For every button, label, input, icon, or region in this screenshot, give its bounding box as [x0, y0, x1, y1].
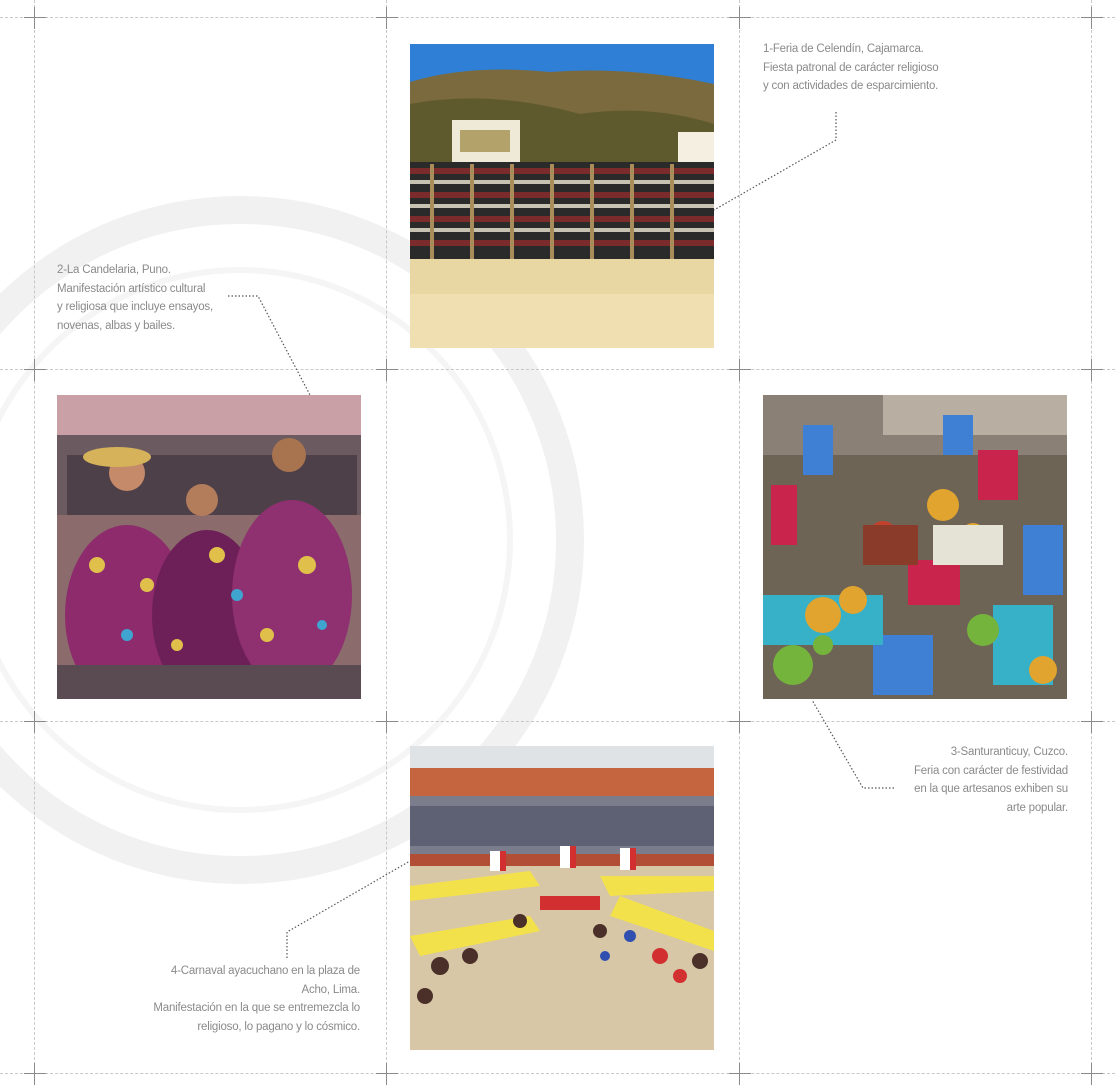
grid-line	[0, 369, 1115, 370]
caption-line: novenas, albas y bailes.	[57, 319, 175, 332]
leader-line-4	[286, 860, 411, 958]
grid-line	[1091, 0, 1092, 1080]
grid-line	[34, 0, 35, 1080]
crop-mark	[376, 1063, 398, 1085]
caption-la-candelaria: 2-La Candelaria, Puno. Manifestación art…	[57, 261, 213, 335]
crop-mark	[24, 1063, 46, 1085]
crop-mark	[729, 711, 751, 733]
caption-line: Feria con carácter de festividad	[913, 764, 1068, 777]
grid-line	[0, 1073, 1115, 1074]
grid-line	[0, 721, 1115, 722]
photo-feria-celendin	[410, 44, 714, 348]
caption-line: Acho, Lima.	[301, 983, 360, 996]
caption-line: 1-Feria de Celendín, Cajamarca.	[763, 43, 924, 55]
grid-line	[0, 17, 1115, 18]
caption-carnaval-ayacuchano: 4-Carnaval ayacuchano en la plaza de Ach…	[153, 962, 360, 1036]
caption-line: religioso, lo pagano y lo cósmico.	[197, 1020, 360, 1033]
crop-mark	[24, 359, 46, 381]
caption-line: Fiesta patronal de carácter religioso	[763, 61, 939, 74]
crop-mark	[1081, 7, 1103, 29]
crop-mark	[376, 711, 398, 733]
caption-line: en la que artesanos exhiben su	[914, 783, 1068, 795]
photo-carnaval-ayacuchano	[410, 746, 714, 1050]
grid-line	[739, 0, 740, 1080]
caption-feria-celendin: 1-Feria de Celendín, Cajamarca. Fiesta p…	[763, 40, 939, 96]
caption-line: 2-La Candelaria, Puno.	[57, 264, 171, 276]
crop-mark	[24, 711, 46, 733]
leader-line-1	[713, 112, 837, 211]
crop-mark	[729, 7, 751, 29]
caption-line: Manifestación artístico cultural	[57, 282, 206, 295]
caption-line: 3-Santuranticuy, Cuzco.	[950, 746, 1068, 758]
caption-line: y religiosa que incluye ensayos,	[57, 301, 213, 313]
caption-line: Manifestación en la que se entremezcla l…	[153, 1002, 360, 1014]
crop-mark	[376, 7, 398, 29]
crop-mark	[1081, 359, 1103, 381]
crop-mark	[376, 359, 398, 381]
crop-mark	[729, 1063, 751, 1085]
caption-line: 4-Carnaval ayacuchano en la plaza de	[170, 965, 360, 977]
leader-line-3	[811, 699, 894, 789]
caption-line: arte popular.	[1006, 801, 1069, 814]
caption-line: y con actividades de esparcimiento.	[763, 80, 939, 92]
grid-line	[386, 0, 387, 1080]
crop-mark	[729, 359, 751, 381]
crop-mark	[1081, 1063, 1103, 1085]
crop-mark	[1081, 711, 1103, 733]
photo-la-candelaria	[57, 395, 361, 699]
caption-santuranticuy: 3-Santuranticuy, Cuzco. Feria con caráct…	[914, 743, 1068, 817]
crop-mark	[24, 7, 46, 29]
photo-santuranticuy	[763, 395, 1067, 699]
leader-line-2	[228, 295, 311, 396]
